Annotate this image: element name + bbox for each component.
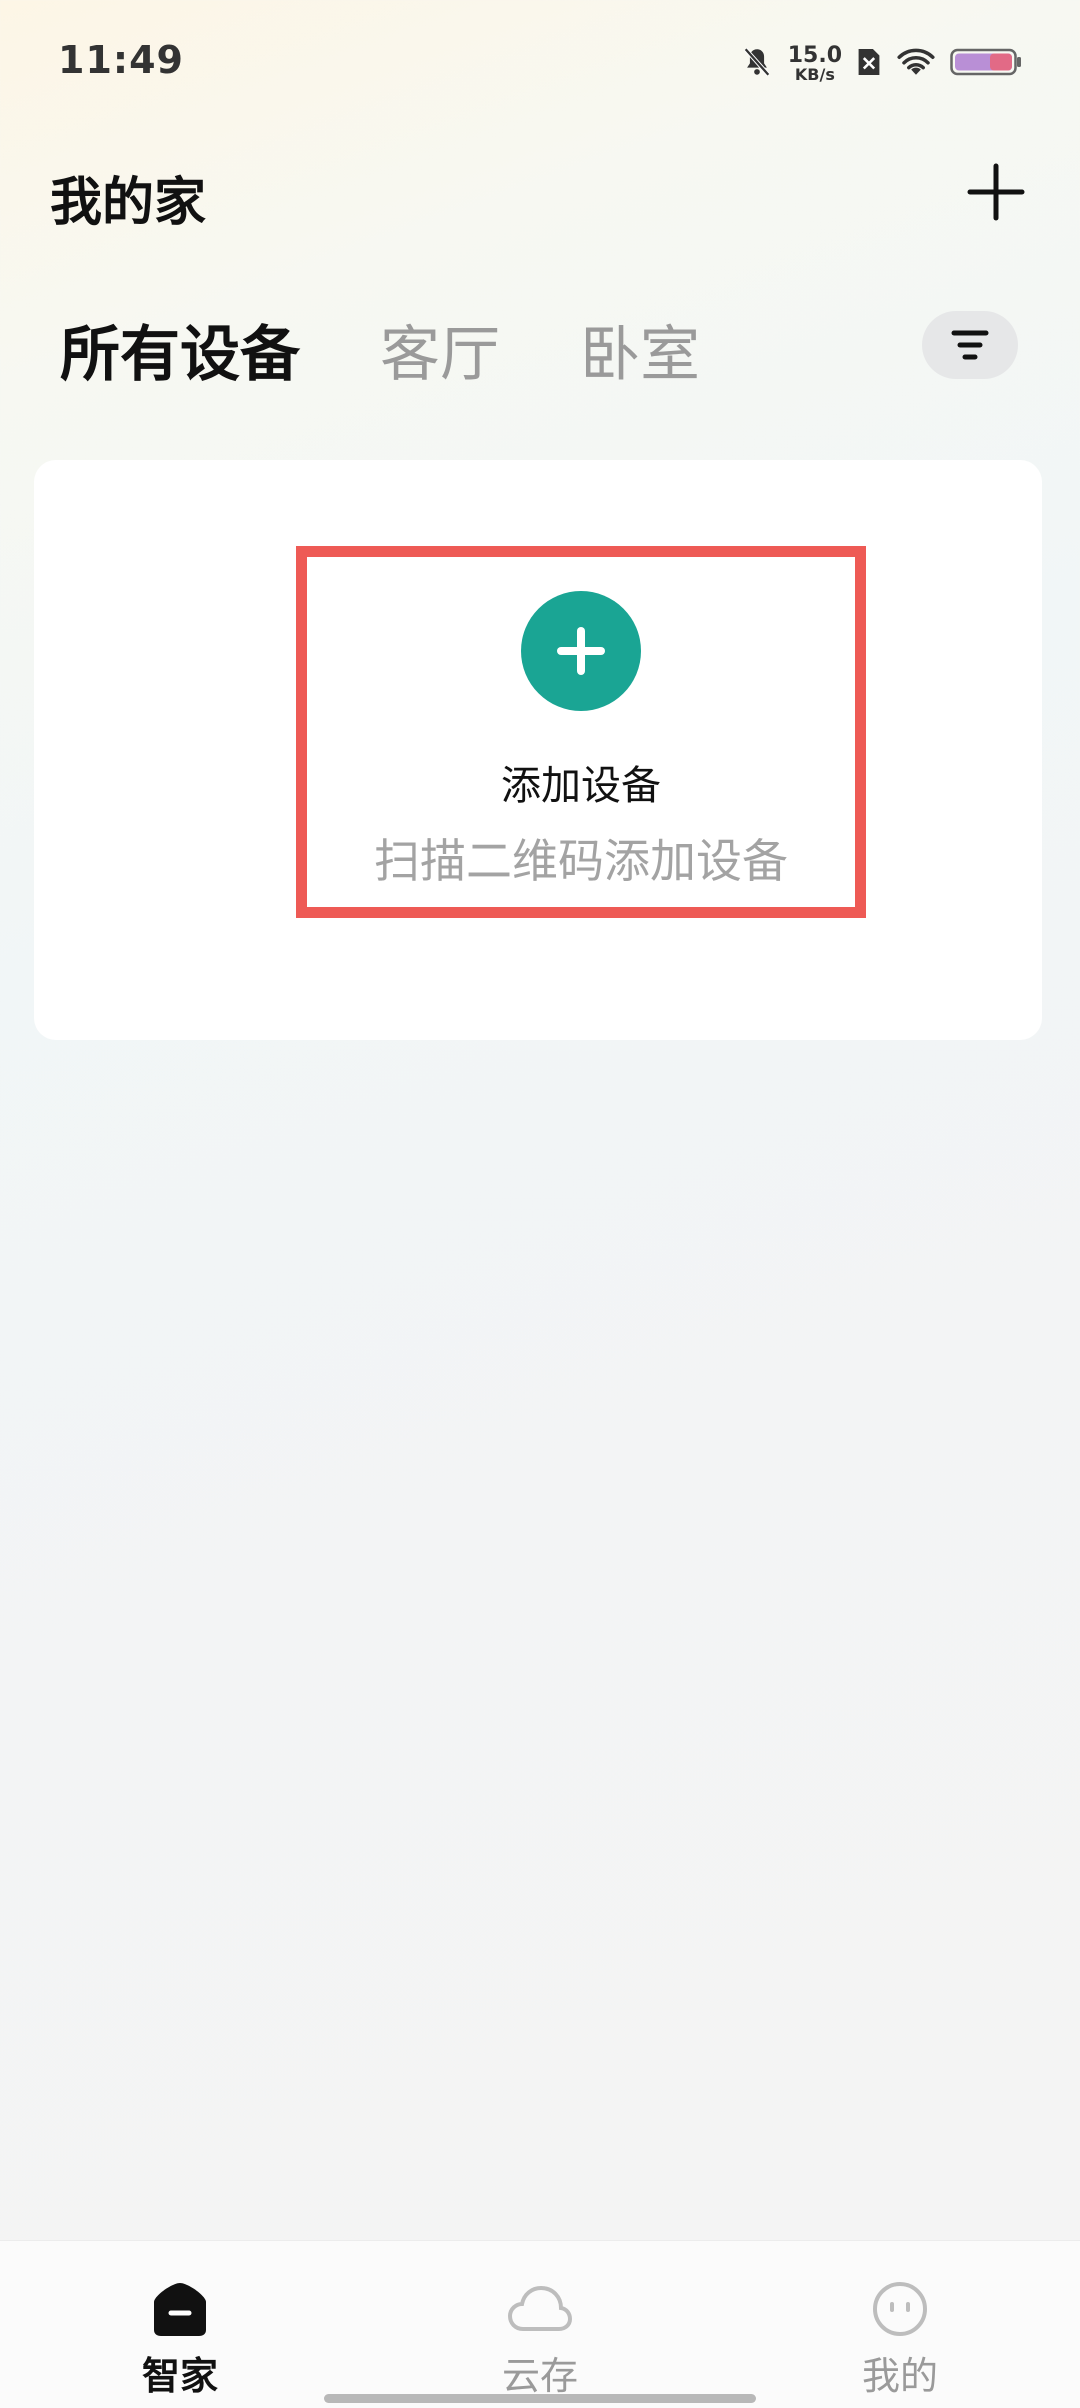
bell-muted-icon (740, 45, 774, 83)
page-title: 我的家 (50, 173, 207, 233)
network-speed-value: 15.0 (787, 43, 842, 68)
filter-button[interactable] (922, 311, 1018, 379)
nav-label-cloud: 云存 (501, 2354, 578, 2398)
nav-label-home: 智家 (141, 2354, 218, 2398)
nav-item-cloud[interactable]: 云存 (440, 2277, 640, 2400)
profile-face-icon (873, 2282, 927, 2336)
network-speed: 15.0 KB/s (788, 45, 842, 83)
nav-item-profile[interactable]: 我的 (800, 2277, 1000, 2400)
room-tabs: 所有设备 客厅 卧室 (60, 306, 780, 393)
wifi-icon (896, 46, 936, 82)
filter-icon (951, 330, 989, 360)
device-card: 添加设备 扫描二维码添加设备 (34, 460, 1042, 1040)
status-bar: 11:49 15.0 KB/s (0, 0, 1080, 124)
home-indicator[interactable] (324, 2394, 756, 2403)
add-device-button[interactable] (521, 591, 641, 711)
plus-icon (557, 627, 605, 675)
network-speed-unit: KB/s (794, 65, 835, 84)
add-device-tile[interactable]: 添加设备 扫描二维码添加设备 (296, 546, 866, 918)
battery-icon (950, 46, 1022, 82)
tab-bedroom[interactable]: 卧室 (580, 306, 700, 393)
nav-item-home[interactable]: 智家 (80, 2277, 280, 2400)
status-icons: 15.0 KB/s (740, 40, 1022, 88)
bottom-nav: 智家 云存 我的 (0, 2240, 1080, 2408)
status-time: 11:49 (58, 38, 184, 82)
add-device-subtitle: 扫描二维码添加设备 (374, 834, 788, 888)
header-add-button[interactable] (954, 150, 1038, 234)
cloud-icon (507, 2285, 573, 2331)
home-icon (154, 2283, 206, 2336)
add-device-title: 添加设备 (501, 763, 661, 809)
nav-label-profile: 我的 (861, 2354, 938, 2398)
tab-all-devices[interactable]: 所有设备 (60, 306, 300, 393)
tab-living-room[interactable]: 客厅 (380, 306, 500, 393)
plus-icon (967, 163, 1025, 221)
no-sim-icon (856, 46, 882, 82)
